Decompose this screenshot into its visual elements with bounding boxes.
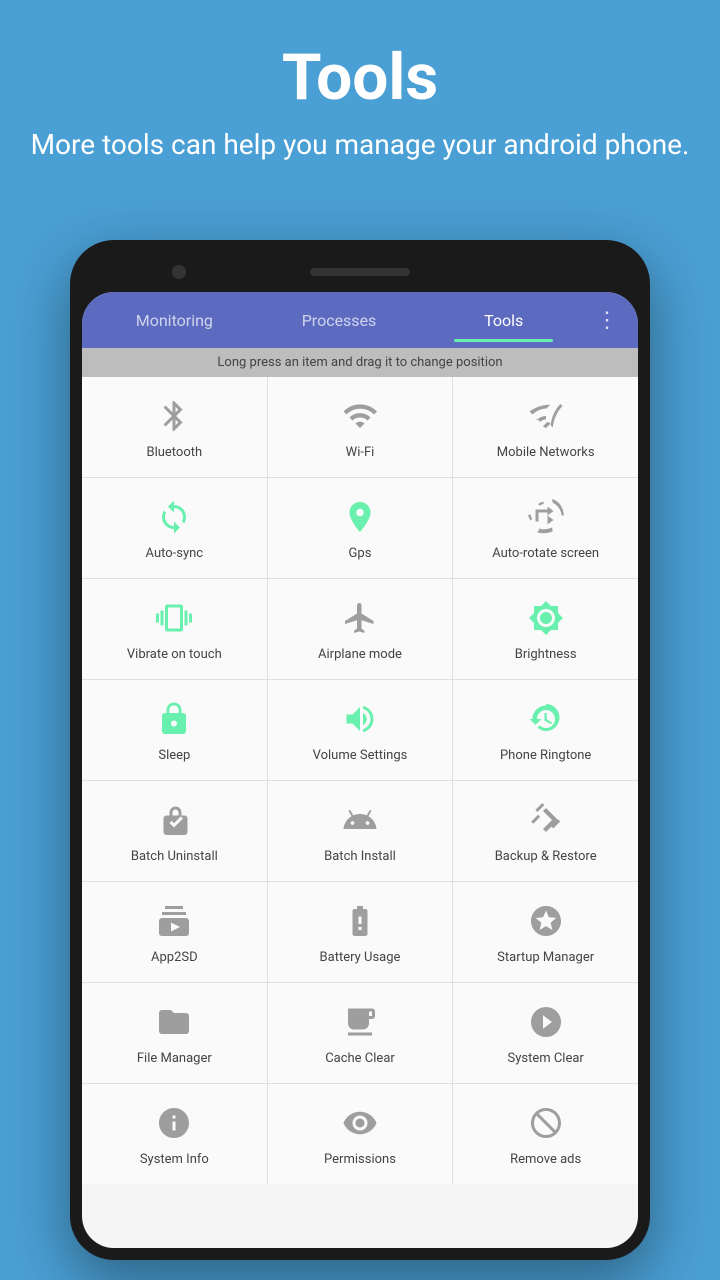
tool-gps[interactable]: Gps	[268, 478, 453, 578]
wifi-icon	[337, 393, 383, 439]
batch-uninstall-label: Batch Uninstall	[131, 849, 218, 865]
tab-bar: Monitoring Processes Tools ⋮	[82, 292, 638, 348]
tool-cache-clear[interactable]: Cache Clear	[268, 983, 453, 1083]
tab-monitoring[interactable]: Monitoring	[92, 303, 257, 338]
batch-install-label: Batch Install	[324, 849, 396, 865]
page-title: Tools	[20, 40, 700, 115]
tool-batch-install[interactable]: Batch Install	[268, 781, 453, 881]
mobile-networks-icon	[523, 393, 569, 439]
airplane-label: Airplane mode	[318, 647, 402, 663]
tab-tools[interactable]: Tools	[421, 303, 586, 338]
gps-label: Gps	[349, 546, 372, 562]
tool-battery[interactable]: Battery Usage	[268, 882, 453, 982]
phone-mockup: Monitoring Processes Tools ⋮ Long press …	[70, 240, 650, 1260]
vibrate-label: Vibrate on touch	[127, 647, 222, 663]
tool-system-info[interactable]: System Info	[82, 1084, 267, 1184]
tool-startup[interactable]: Startup Manager	[453, 882, 638, 982]
tool-sleep[interactable]: Sleep	[82, 680, 267, 780]
volume-label: Volume Settings	[313, 748, 408, 764]
bluetooth-label: Bluetooth	[146, 445, 202, 461]
tool-backup-restore[interactable]: Backup & Restore	[453, 781, 638, 881]
startup-icon	[523, 898, 569, 944]
battery-icon	[337, 898, 383, 944]
ringtone-icon	[523, 696, 569, 742]
bluetooth-icon	[151, 393, 197, 439]
file-manager-icon	[151, 999, 197, 1045]
tool-airplane[interactable]: Airplane mode	[268, 579, 453, 679]
battery-label: Battery Usage	[320, 950, 401, 966]
tool-bluetooth[interactable]: Bluetooth	[82, 377, 267, 477]
tool-remove-ads[interactable]: Remove ads	[453, 1084, 638, 1184]
volume-icon	[337, 696, 383, 742]
system-info-label: System Info	[140, 1152, 209, 1168]
backup-restore-label: Backup & Restore	[495, 849, 597, 865]
tool-permissions[interactable]: Permissions	[268, 1084, 453, 1184]
system-clear-label: System Clear	[507, 1051, 583, 1067]
permissions-icon	[337, 1100, 383, 1146]
airplane-icon	[337, 595, 383, 641]
mobile-networks-label: Mobile Networks	[497, 445, 595, 461]
tool-app2sd[interactable]: App2SD	[82, 882, 267, 982]
startup-label: Startup Manager	[497, 950, 594, 966]
more-menu-button[interactable]: ⋮	[586, 308, 628, 333]
backup-restore-icon	[523, 797, 569, 843]
tool-ringtone[interactable]: Phone Ringtone	[453, 680, 638, 780]
tab-processes[interactable]: Processes	[257, 303, 422, 338]
tool-brightness[interactable]: Brightness	[453, 579, 638, 679]
remove-ads-label: Remove ads	[510, 1152, 581, 1168]
page-header: Tools More tools can help you manage you…	[0, 0, 720, 184]
auto-sync-icon	[151, 494, 197, 540]
tools-grid: Bluetooth Wi-Fi Mobile Networks	[82, 377, 638, 1184]
tool-auto-rotate[interactable]: Auto-rotate screen	[453, 478, 638, 578]
tool-auto-sync[interactable]: Auto-sync	[82, 478, 267, 578]
tool-file-manager[interactable]: File Manager	[82, 983, 267, 1083]
tool-system-clear[interactable]: System Clear	[453, 983, 638, 1083]
brightness-icon	[523, 595, 569, 641]
auto-sync-label: Auto-sync	[146, 546, 204, 562]
ringtone-label: Phone Ringtone	[500, 748, 591, 764]
tool-volume[interactable]: Volume Settings	[268, 680, 453, 780]
auto-rotate-icon	[523, 494, 569, 540]
wifi-label: Wi-Fi	[346, 445, 375, 461]
gps-icon	[337, 494, 383, 540]
system-info-icon	[151, 1100, 197, 1146]
remove-ads-icon	[523, 1100, 569, 1146]
brightness-label: Brightness	[515, 647, 577, 663]
tool-vibrate[interactable]: Vibrate on touch	[82, 579, 267, 679]
auto-rotate-label: Auto-rotate screen	[492, 546, 599, 562]
cache-clear-label: Cache Clear	[325, 1051, 395, 1067]
page-subtitle: More tools can help you manage your andr…	[20, 125, 700, 164]
vibrate-icon	[151, 595, 197, 641]
tool-wifi[interactable]: Wi-Fi	[268, 377, 453, 477]
file-manager-label: File Manager	[137, 1051, 212, 1067]
phone-speaker	[310, 268, 410, 276]
phone-screen: Monitoring Processes Tools ⋮ Long press …	[82, 292, 638, 1248]
phone-camera	[172, 265, 186, 279]
sleep-icon	[151, 696, 197, 742]
system-clear-icon	[523, 999, 569, 1045]
app2sd-icon	[151, 898, 197, 944]
cache-clear-icon	[337, 999, 383, 1045]
sleep-label: Sleep	[158, 748, 190, 764]
batch-install-icon	[337, 797, 383, 843]
tool-mobile-networks[interactable]: Mobile Networks	[453, 377, 638, 477]
hint-bar: Long press an item and drag it to change…	[82, 348, 638, 377]
app2sd-label: App2SD	[151, 950, 198, 966]
phone-notch	[82, 252, 638, 292]
tool-batch-uninstall[interactable]: Batch Uninstall	[82, 781, 267, 881]
batch-uninstall-icon	[151, 797, 197, 843]
permissions-label: Permissions	[324, 1152, 396, 1168]
